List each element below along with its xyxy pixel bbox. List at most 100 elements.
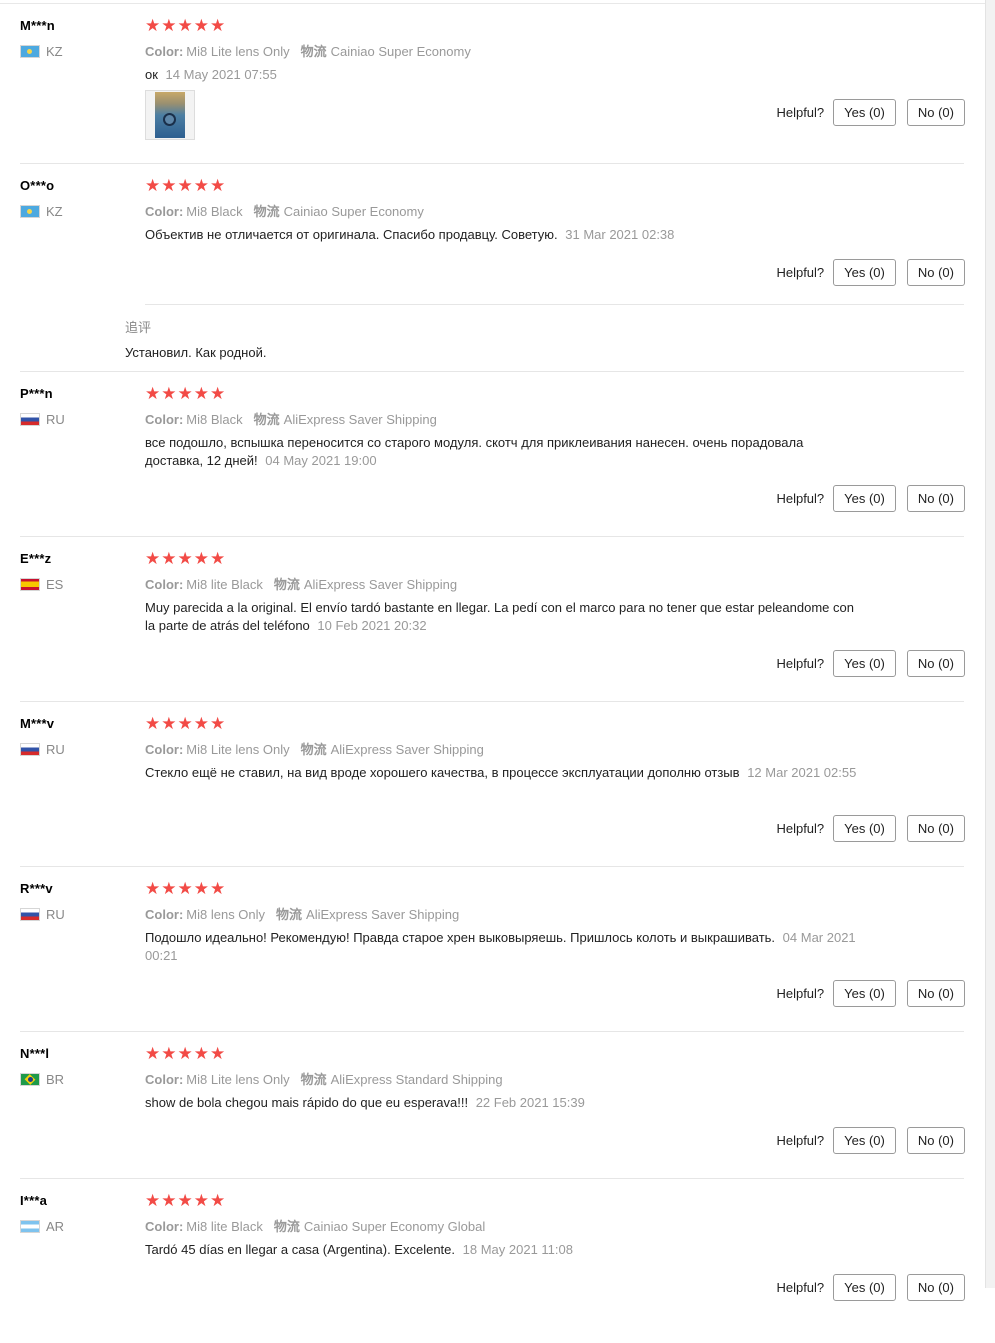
review-body: Подошло идеально! Рекомендую! Правда ста… <box>145 930 776 945</box>
helpful-no-button[interactable]: No (0) <box>906 485 965 512</box>
review-item: P***n RU ★ ★ ★ ★ ★ Color: Mi8 Black 物流 AliExpress … <box>20 384 965 536</box>
star-icon: ★ <box>177 176 193 195</box>
star-icon: ★ <box>210 16 226 35</box>
helpful-yes-button[interactable]: Yes (0) <box>833 815 896 842</box>
color-value: Mi8 lite Black <box>186 577 263 592</box>
helpful-vote: Helpful? Yes (0) No (0) <box>776 485 965 512</box>
star-icon: ★ <box>161 714 177 733</box>
review-text: show de bola chegou mais rápido do que e… <box>145 1094 865 1112</box>
helpful-vote: Helpful? Yes (0) No (0) <box>776 650 965 677</box>
reviewer-name: R***v <box>20 881 53 896</box>
review-text: Стекло ещё не ставил, на вид вроде хорош… <box>145 764 865 782</box>
color-value: Mi8 Lite lens Only <box>186 44 290 59</box>
review-item: M***v RU ★ ★ ★ ★ ★ Color: Mi8 Lite lens Only 物流 Al… <box>20 714 965 866</box>
review-date: 04 May 2021 19:00 <box>265 453 377 468</box>
star-icon: ★ <box>193 714 209 733</box>
reviewer-name: E***z <box>20 551 52 566</box>
reviewer-country: RU <box>20 907 65 922</box>
review-body: Стекло ещё не ставил, на вид вроде хорош… <box>145 765 740 780</box>
country-code: KZ <box>46 204 63 219</box>
helpful-label: Helpful? <box>776 265 825 280</box>
star-rating: ★ ★ ★ ★ ★ <box>145 1044 226 1063</box>
helpful-yes-button[interactable]: Yes (0) <box>833 99 896 126</box>
helpful-no-button[interactable]: No (0) <box>906 980 965 1007</box>
helpful-yes-button[interactable]: Yes (0) <box>833 1127 896 1154</box>
review-sku-info: Color: Mi8 lite Black 物流 AliExpress Saver S… <box>145 574 457 593</box>
star-icon: ★ <box>145 176 161 195</box>
shipping-label: 物流 <box>273 577 300 592</box>
review-photo-thumbnail[interactable] <box>145 90 195 140</box>
helpful-yes-button[interactable]: Yes (0) <box>833 485 896 512</box>
helpful-no-button[interactable]: No (0) <box>906 99 965 126</box>
scrollbar-track[interactable] <box>985 0 995 1288</box>
reviewer-country: RU <box>20 742 65 757</box>
reviewer-country: KZ <box>20 44 63 59</box>
star-icon: ★ <box>161 176 177 195</box>
color-label: Color: <box>145 907 184 922</box>
review-divider <box>20 1031 964 1032</box>
review-text: все подошло, вспышка переносится со стар… <box>145 434 865 470</box>
helpful-yes-button[interactable]: Yes (0) <box>833 259 896 286</box>
shipping-label: 物流 <box>273 1219 300 1234</box>
color-value: Mi8 lite Black <box>186 1219 263 1234</box>
color-label: Color: <box>145 1072 184 1087</box>
star-icon: ★ <box>177 1044 193 1063</box>
color-value: Mi8 Black <box>186 412 243 427</box>
review-text: Объектив не отличается от оригинала. Спа… <box>145 226 865 244</box>
color-label: Color: <box>145 44 184 59</box>
star-icon: ★ <box>177 1191 193 1210</box>
helpful-no-button[interactable]: No (0) <box>906 259 965 286</box>
star-icon: ★ <box>193 16 209 35</box>
color-label: Color: <box>145 412 184 427</box>
color-label: Color: <box>145 204 184 219</box>
star-icon: ★ <box>161 1044 177 1063</box>
country-code: RU <box>46 412 65 427</box>
followup-text: Установил. Как родной. <box>125 345 267 360</box>
flag-icon <box>20 1073 40 1086</box>
color-label: Color: <box>145 742 184 757</box>
star-icon: ★ <box>177 879 193 898</box>
helpful-no-button[interactable]: No (0) <box>906 815 965 842</box>
helpful-vote: Helpful? Yes (0) No (0) <box>776 99 965 126</box>
helpful-yes-button[interactable]: Yes (0) <box>833 980 896 1007</box>
country-code: ES <box>46 577 64 592</box>
helpful-no-button[interactable]: No (0) <box>906 1127 965 1154</box>
helpful-vote: Helpful? Yes (0) No (0) <box>776 980 965 1007</box>
reviewer-name: M***v <box>20 716 55 731</box>
helpful-yes-button[interactable]: Yes (0) <box>833 650 896 677</box>
star-icon: ★ <box>210 714 226 733</box>
star-rating: ★ ★ ★ ★ ★ <box>145 176 226 195</box>
star-icon: ★ <box>145 16 161 35</box>
star-icon: ★ <box>193 176 209 195</box>
reviewer-country: AR <box>20 1219 64 1234</box>
review-date: 14 May 2021 07:55 <box>165 67 277 82</box>
star-icon: ★ <box>210 879 226 898</box>
shipping-value: Cainiao Super Economy <box>283 204 424 219</box>
camera-lens-icon <box>163 113 176 126</box>
flag-icon <box>20 45 40 58</box>
review-divider <box>20 371 964 372</box>
shipping-value: AliExpress Saver Shipping <box>330 742 484 757</box>
star-rating: ★ ★ ★ ★ ★ <box>145 879 226 898</box>
flag-icon <box>20 205 40 218</box>
helpful-no-button[interactable]: No (0) <box>906 650 965 677</box>
reviewer-name: N***l <box>20 1046 50 1061</box>
helpful-label: Helpful? <box>776 821 825 836</box>
star-icon: ★ <box>145 549 161 568</box>
star-icon: ★ <box>145 879 161 898</box>
shipping-label: 物流 <box>253 412 280 427</box>
star-icon: ★ <box>210 176 226 195</box>
helpful-vote: Helpful? Yes (0) No (0) <box>776 259 965 286</box>
flag-icon <box>20 413 40 426</box>
star-icon: ★ <box>145 384 161 403</box>
shipping-label: 物流 <box>276 907 303 922</box>
color-label: Color: <box>145 577 184 592</box>
color-label: Color: <box>145 1219 184 1234</box>
flag-icon <box>20 908 40 921</box>
review-text: Tardó 45 días en llegar a casa (Argentin… <box>145 1241 865 1259</box>
color-value: Mi8 lens Only <box>186 907 266 922</box>
helpful-vote: Helpful? Yes (0) No (0) <box>776 815 965 842</box>
star-icon: ★ <box>177 384 193 403</box>
review-sku-info: Color: Mi8 Lite lens Only 物流 AliExpress Sav… <box>145 739 484 758</box>
review-body: ок <box>145 67 158 82</box>
